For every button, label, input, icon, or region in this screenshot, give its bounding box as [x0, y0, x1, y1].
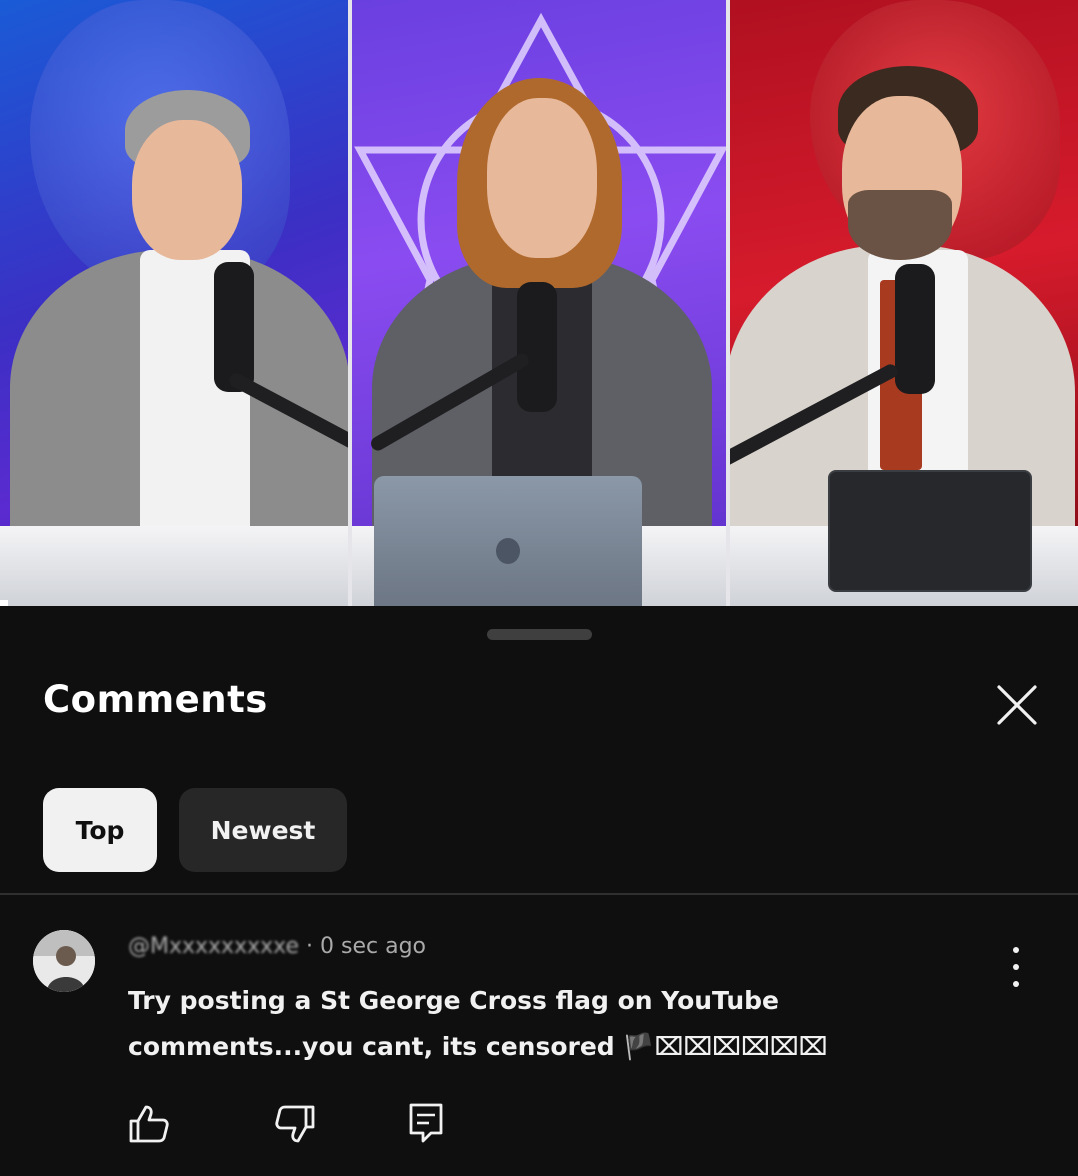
more-vertical-icon-dot	[1013, 964, 1019, 970]
person-right-beard	[848, 190, 952, 260]
comments-sheet: Comments Top Newest @Mxxxxxxxxxe · 0 sec…	[0, 606, 1078, 1176]
microphone	[895, 264, 935, 394]
progress-indicator	[0, 600, 8, 606]
desk	[0, 526, 352, 606]
person-left-face	[132, 120, 242, 260]
tablet	[828, 470, 1032, 592]
video-player[interactable]	[0, 0, 1078, 606]
video-panel-right	[730, 0, 1078, 606]
comment-timestamp: 0 sec ago	[320, 934, 426, 959]
close-icon	[997, 685, 1037, 725]
dislike-button[interactable]	[273, 1102, 317, 1146]
video-panel-middle	[352, 0, 730, 606]
drag-handle[interactable]	[487, 629, 592, 640]
avatar-image	[33, 930, 95, 992]
thumbs-up-icon	[129, 1105, 169, 1143]
comment-meta: @Mxxxxxxxxxe · 0 sec ago	[128, 934, 426, 959]
divider	[0, 893, 1078, 895]
microphone	[517, 282, 557, 412]
meta-separator: ·	[306, 934, 314, 959]
more-vertical-icon-dot	[1013, 981, 1019, 987]
avatar[interactable]	[33, 930, 95, 992]
person-middle-face	[487, 98, 597, 258]
comment-text: Try posting a St George Cross flag on Yo…	[128, 986, 828, 1061]
like-button[interactable]	[127, 1102, 171, 1146]
thumbs-down-icon	[275, 1105, 315, 1143]
reply-button[interactable]	[405, 1102, 449, 1146]
reply-icon	[409, 1103, 443, 1143]
filter-chip-newest[interactable]: Newest	[179, 788, 347, 872]
more-vertical-icon	[1013, 947, 1019, 953]
video-panel-left	[0, 0, 352, 606]
close-button[interactable]	[994, 682, 1040, 728]
laptop	[374, 476, 642, 606]
filter-chip-top[interactable]: Top	[43, 788, 157, 872]
comments-title: Comments	[43, 678, 268, 721]
comment-author[interactable]: @Mxxxxxxxxxe	[128, 934, 299, 959]
apple-logo-icon	[496, 538, 520, 564]
